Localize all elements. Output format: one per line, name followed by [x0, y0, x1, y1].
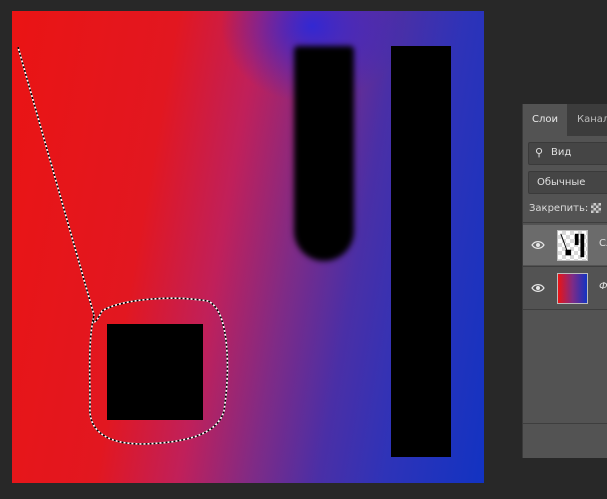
- layer-name[interactable]: Сл: [599, 238, 607, 249]
- lock-label: Закрепить:: [529, 203, 589, 214]
- tab-channels[interactable]: Канал: [577, 104, 607, 136]
- document-canvas[interactable]: [12, 11, 484, 483]
- layer-row-background[interactable]: Ф: [523, 268, 607, 308]
- eye-icon[interactable]: [531, 281, 545, 295]
- divider: [523, 266, 607, 267]
- lock-transparent-icon[interactable]: [591, 203, 601, 213]
- tab-layers[interactable]: Слои: [523, 104, 567, 136]
- divider: [523, 222, 607, 223]
- filter-kind-label: Вид: [551, 147, 572, 158]
- layer-thumbnail: [557, 230, 588, 261]
- layer-name[interactable]: Ф: [599, 281, 607, 292]
- panel-tabs: Слои Канал: [523, 104, 607, 136]
- blend-mode-label: Обычные: [537, 177, 586, 188]
- layers-panel: Слои Канал ⚲ Вид Обычные Закрепить: Сл: [522, 104, 607, 458]
- divider: [523, 309, 607, 310]
- layer-thumbnail: [557, 273, 588, 304]
- panel-footer-divider: [523, 423, 607, 424]
- blend-mode-select[interactable]: Обычные: [528, 171, 607, 194]
- search-icon: ⚲: [535, 146, 544, 159]
- eye-icon[interactable]: [531, 238, 545, 252]
- layer-row-shapes[interactable]: Сл: [523, 225, 607, 265]
- layer-filter-search[interactable]: ⚲ Вид: [528, 142, 607, 165]
- lasso-selection[interactable]: [12, 11, 484, 483]
